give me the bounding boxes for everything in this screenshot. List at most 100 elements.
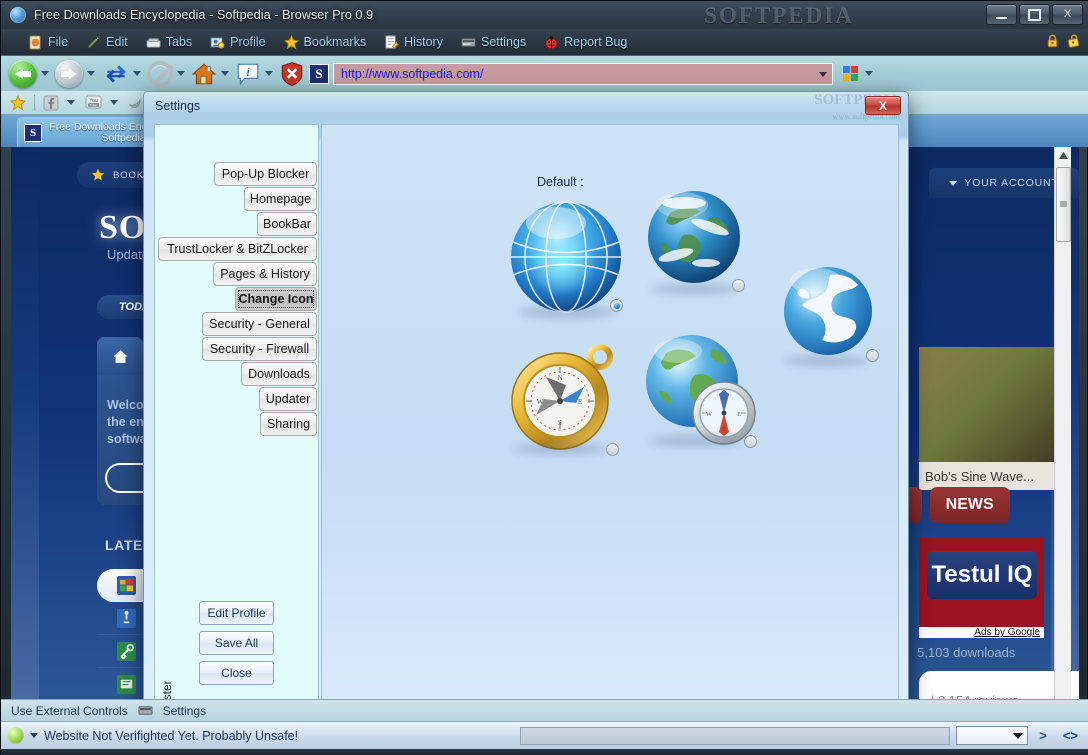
- stop-icon[interactable]: [147, 60, 173, 87]
- minimize-button[interactable]: [986, 4, 1017, 25]
- zoom-combo[interactable]: [956, 726, 1029, 745]
- star-icon: [91, 168, 105, 181]
- icon-option-earth-europe[interactable]: [774, 257, 882, 370]
- earth-americas-icon: [648, 191, 740, 283]
- home-icon: [112, 349, 128, 363]
- star-icon: [283, 34, 299, 49]
- icon-option-globe-compass[interactable]: N S W E: [638, 325, 762, 454]
- dialog-title-bar: Settings SOFTPEDIA www.softpedia.com X: [144, 92, 908, 121]
- tabs-icon: [146, 37, 161, 48]
- menu-item-settings[interactable]: Settings: [452, 30, 535, 54]
- ladybug-icon: [545, 35, 558, 49]
- nav-item-change-icon[interactable]: Change Icon: [235, 287, 317, 311]
- security-status-icon: [7, 727, 24, 744]
- mac-icon: [117, 674, 136, 694]
- ad-banner-image[interactable]: [919, 347, 1059, 462]
- save-all-button[interactable]: Save All: [199, 631, 274, 655]
- settings-icon: [461, 37, 476, 47]
- info-dropdown-icon[interactable]: [265, 71, 273, 76]
- iq-ad[interactable]: Testul IQ: [919, 537, 1044, 627]
- ad-caption[interactable]: Bob's Sine Wave...: [919, 462, 1059, 490]
- google-icon[interactable]: [841, 64, 861, 84]
- nav-item-trustlocker[interactable]: TrustLocker & BitZLocker: [158, 237, 317, 261]
- facebook-icon[interactable]: [43, 95, 59, 111]
- svg-text:i: i: [246, 64, 250, 79]
- padlock-closed-icon[interactable]: [1045, 33, 1060, 49]
- menu-item-tabs[interactable]: Tabs: [137, 30, 201, 54]
- forward-dropdown-icon[interactable]: [87, 71, 95, 76]
- menu-right-icons: [1045, 33, 1081, 49]
- dialog-close-button[interactable]: X: [865, 96, 901, 115]
- close-settings-button[interactable]: Close: [199, 661, 274, 685]
- url-input[interactable]: [334, 66, 804, 81]
- settings-dialog: Settings SOFTPEDIA www.softpedia.com X R…: [143, 91, 909, 725]
- softpedia-favicon: S: [24, 123, 42, 142]
- nav-item-homepage[interactable]: Homepage: [244, 187, 317, 211]
- page-scrollbar[interactable]: [1054, 147, 1071, 699]
- softpedia-watermark: SOFTPEDIA: [704, 3, 854, 28]
- facebook-dropdown-icon[interactable]: [67, 100, 75, 105]
- chevron-down-icon: [1013, 732, 1024, 739]
- key-lock-icon[interactable]: [1066, 33, 1081, 49]
- icon-option-gold-compass[interactable]: N S W E: [500, 337, 624, 462]
- nav-item-updater[interactable]: Updater: [259, 387, 317, 411]
- scroll-up-button[interactable]: [1055, 147, 1072, 164]
- svg-text:Tube: Tube: [90, 103, 98, 107]
- close-button[interactable]: X: [1052, 4, 1083, 25]
- chevron-down-icon[interactable]: [30, 733, 38, 738]
- menu-item-history[interactable]: History: [375, 30, 452, 54]
- google-dropdown-icon[interactable]: [865, 71, 873, 76]
- settings-status-label[interactable]: Settings: [163, 704, 206, 718]
- nav-item-sharing[interactable]: Sharing: [260, 412, 317, 436]
- home-dropdown-icon[interactable]: [221, 71, 229, 76]
- security-status-text: Website Not Verifighted Yet. Probably Un…: [44, 728, 299, 743]
- youtube-dropdown-icon[interactable]: [110, 100, 118, 105]
- menu-label-history: History: [404, 35, 443, 49]
- address-bar[interactable]: [333, 62, 833, 85]
- nav-item-bookbar[interactable]: BookBar: [257, 212, 317, 236]
- star-icon[interactable]: [10, 94, 26, 111]
- radio-earth-americas[interactable]: [732, 279, 745, 292]
- menu-item-bookmarks[interactable]: Bookmarks: [275, 30, 376, 54]
- nav-item-security-firewall[interactable]: Security - Firewall: [202, 337, 317, 361]
- radio-gold-compass[interactable]: [606, 443, 619, 456]
- icon-option-wireframe-globe[interactable]: [504, 197, 628, 322]
- site-pill-news[interactable]: NEWS: [929, 487, 1010, 523]
- source-glyph[interactable]: <>: [1058, 728, 1083, 743]
- change-icon-pane: Default : N S W E N S W E: [321, 124, 899, 706]
- forward-button[interactable]: [55, 59, 83, 88]
- menu-item-profile[interactable]: Profile: [201, 30, 274, 54]
- stop-dropdown-icon[interactable]: [177, 71, 185, 76]
- use-external-controls-label[interactable]: Use External Controls: [11, 704, 128, 718]
- home-icon[interactable]: [191, 61, 217, 87]
- nav-item-security-general[interactable]: Security - General: [202, 312, 317, 336]
- ads-by-google-label[interactable]: Ads by Google: [919, 627, 1044, 638]
- site-tab-home[interactable]: [97, 337, 143, 375]
- menu-item-file[interactable]: File: [19, 30, 77, 54]
- refresh-icon[interactable]: [103, 61, 129, 87]
- back-button[interactable]: [9, 59, 37, 88]
- back-dropdown-icon[interactable]: [41, 71, 49, 76]
- scrollbar-thumb[interactable]: [1056, 167, 1071, 242]
- nav-item-pop-up-blocker[interactable]: Pop-Up Blocker: [214, 162, 317, 186]
- default-label: Default :: [537, 175, 584, 189]
- settings-icon[interactable]: [138, 703, 153, 718]
- radio-earth-europe[interactable]: [866, 349, 879, 362]
- nav-item-pages-history[interactable]: Pages & History: [213, 262, 317, 286]
- menu-item-report-bug[interactable]: Report Bug: [535, 30, 636, 54]
- radio-wireframe-globe[interactable]: [610, 299, 623, 312]
- application-window: Free Downloads Encyclopedia - Softpedia …: [0, 0, 1088, 755]
- icon-option-earth-americas[interactable]: [640, 183, 748, 296]
- menu-item-edit[interactable]: Edit: [77, 30, 137, 54]
- url-dropdown-icon[interactable]: [819, 71, 827, 77]
- radio-globe-compass[interactable]: [744, 435, 757, 448]
- youtube-icon[interactable]: YouTube: [85, 95, 102, 110]
- nav-item-downloads[interactable]: Downloads: [241, 362, 317, 386]
- next-glyph[interactable]: >: [1034, 728, 1052, 743]
- edit-profile-button[interactable]: Edit Profile: [199, 601, 274, 625]
- refresh-dropdown-icon[interactable]: [133, 71, 141, 76]
- maximize-button[interactable]: [1019, 4, 1050, 25]
- windows-icon: [117, 575, 136, 595]
- security-shield-icon[interactable]: [279, 60, 305, 87]
- info-icon[interactable]: i: [235, 61, 261, 87]
